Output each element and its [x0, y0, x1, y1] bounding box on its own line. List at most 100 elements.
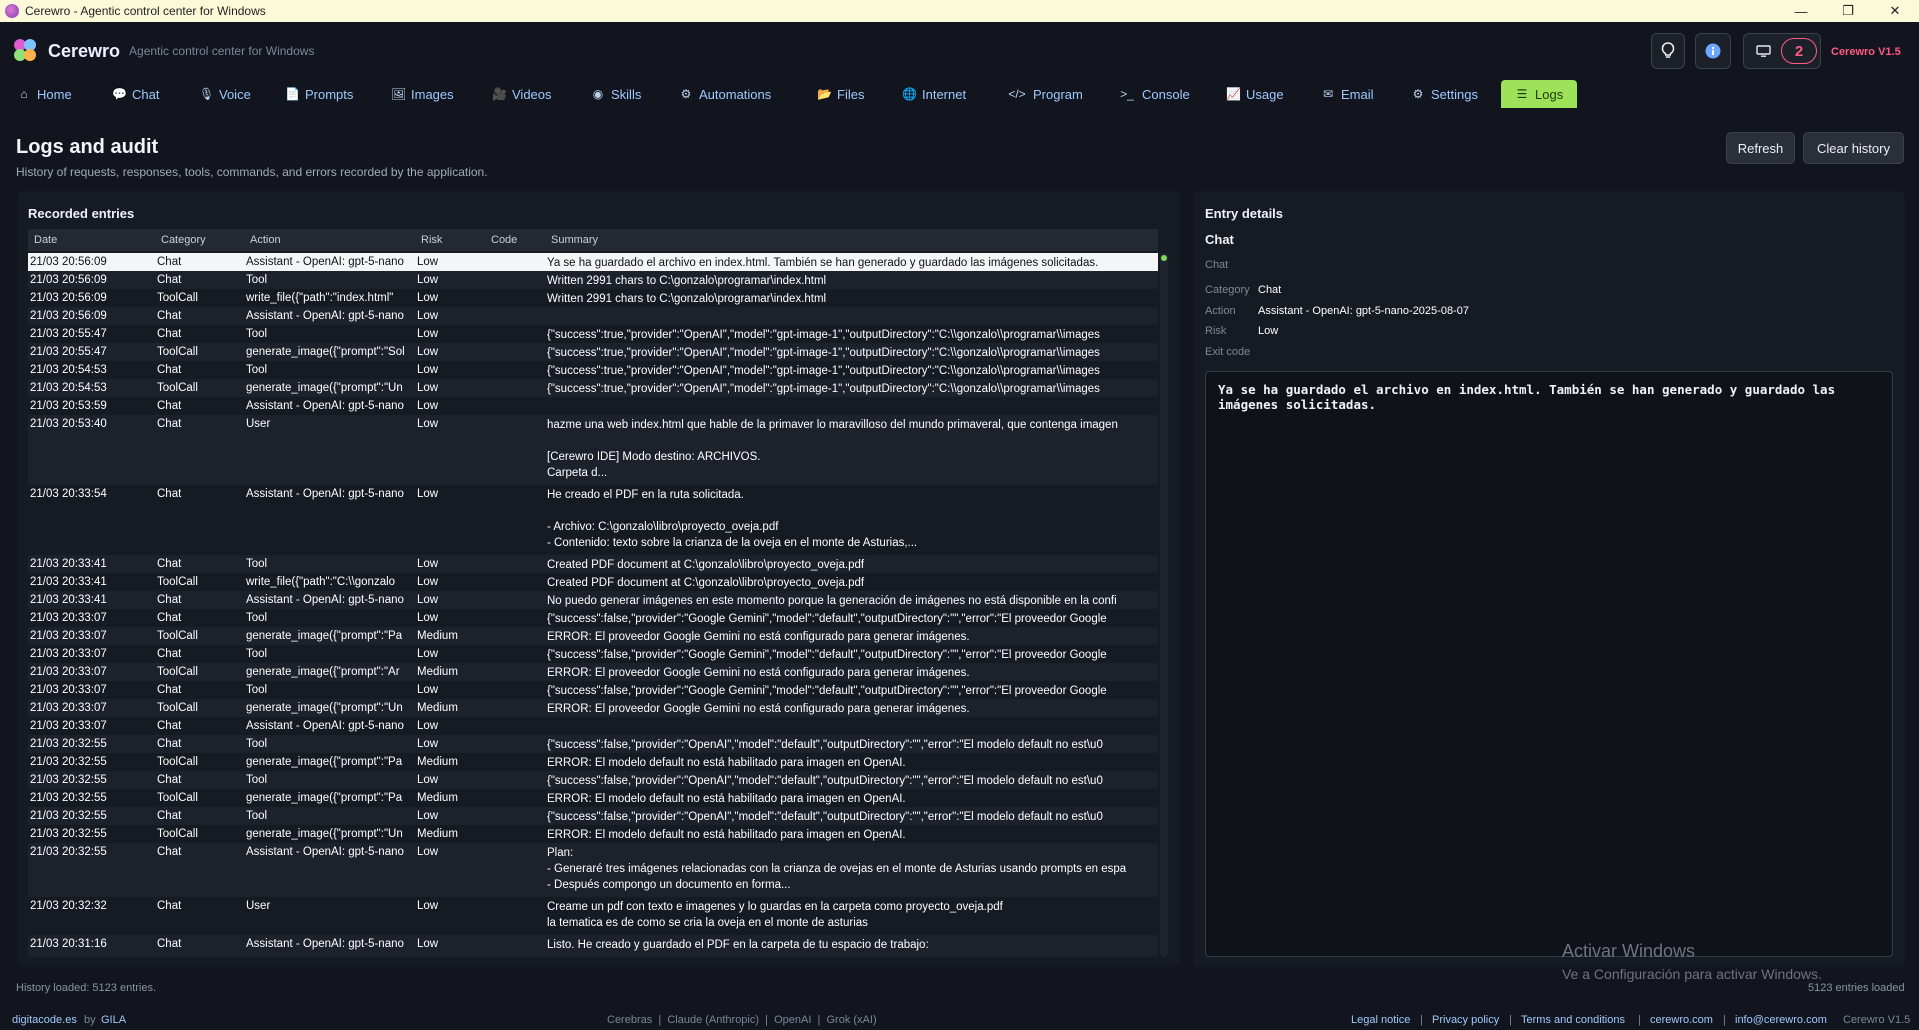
tab-internet[interactable]: 🌐Internet [902, 80, 966, 108]
domain-link[interactable]: cerewro.com [1650, 1014, 1713, 1026]
table-row[interactable]: 21/03 20:33:07ChatToolLow{"success":fals… [28, 681, 1158, 699]
table-row[interactable]: 21/03 20:33:07ChatToolLow{"success":fals… [28, 609, 1158, 627]
scrollbar-thumb[interactable] [1161, 255, 1167, 261]
tab-settings[interactable]: ⚙Settings [1411, 80, 1478, 108]
col-summary[interactable]: Summary [551, 234, 598, 246]
cell-action: write_file({"path":"C:\\gonzalo [246, 576, 404, 588]
tab-chat[interactable]: 💬Chat [112, 80, 159, 108]
col-risk[interactable]: Risk [421, 234, 442, 246]
table-row[interactable]: 21/03 20:32:55ToolCallgenerate_image({"p… [28, 825, 1158, 843]
cell-risk: Low [417, 328, 487, 340]
cell-action: Tool [246, 612, 404, 624]
footer-separator: | [1509, 1014, 1512, 1026]
entries-table-body[interactable]: 21/03 20:56:09ChatAssistant - OpenAI: gp… [28, 253, 1158, 957]
info-button[interactable] [1695, 33, 1731, 69]
cell-date: 21/03 20:33:54 [30, 488, 155, 500]
cell-category: ToolCall [157, 666, 242, 678]
tab-usage[interactable]: 📈Usage [1226, 80, 1284, 108]
category-value: Chat [1258, 284, 1281, 296]
table-row[interactable]: 21/03 20:33:07ToolCallgenerate_image({"p… [28, 663, 1158, 681]
col-code[interactable]: Code [491, 234, 517, 246]
maximize-button[interactable]: ❐ [1826, 0, 1870, 22]
table-row[interactable]: 21/03 20:32:32ChatUserLowCreame un pdf c… [28, 897, 1158, 935]
table-row[interactable]: 21/03 20:56:09ChatAssistant - OpenAI: gp… [28, 253, 1158, 271]
entries-scrollbar[interactable] [1160, 253, 1168, 957]
table-row[interactable]: 21/03 20:32:55ToolCallgenerate_image({"p… [28, 789, 1158, 807]
brain-logo-icon [14, 39, 40, 63]
cell-action: Tool [246, 328, 404, 340]
globe-icon: 🌐 [902, 87, 916, 101]
list-icon: ☰ [1515, 87, 1529, 101]
brain-icon: ◉ [591, 87, 605, 101]
table-row[interactable]: 21/03 20:32:55ChatToolLow{"success":fals… [28, 735, 1158, 753]
table-row[interactable]: 21/03 20:56:09ChatAssistant - OpenAI: gp… [28, 307, 1158, 325]
tab-email[interactable]: ✉Email [1321, 80, 1374, 108]
cell-date: 21/03 20:32:55 [30, 738, 155, 750]
table-row[interactable]: 21/03 20:32:55ChatAssistant - OpenAI: gp… [28, 843, 1158, 897]
footer-author-link[interactable]: GILA [101, 1014, 126, 1026]
table-row[interactable]: 21/03 20:55:47ChatToolLow{"success":true… [28, 325, 1158, 343]
clear-history-button[interactable]: Clear history [1803, 132, 1904, 164]
table-row[interactable]: 21/03 20:33:41ChatAssistant - OpenAI: gp… [28, 591, 1158, 609]
cell-date: 21/03 20:56:09 [30, 310, 155, 322]
tab-automations[interactable]: ⚙Automations [679, 80, 771, 108]
table-row[interactable]: 21/03 20:53:40ChatUserLowhazme una web i… [28, 415, 1158, 485]
details-content[interactable]: Ya se ha guardado el archivo en index.ht… [1205, 371, 1893, 957]
table-row[interactable]: 21/03 20:32:55ToolCallgenerate_image({"p… [28, 753, 1158, 771]
tab-logs[interactable]: ☰Logs [1501, 80, 1577, 108]
legal-notice-link[interactable]: Legal notice [1351, 1014, 1410, 1026]
table-row[interactable]: 21/03 20:31:16ChatAssistant - OpenAI: gp… [28, 935, 1158, 957]
table-row[interactable]: 21/03 20:33:07ChatToolLow{"success":fals… [28, 645, 1158, 663]
main-nav: ⌂Home 💬Chat 🎙Voice 📄Prompts 🖼Images 🎥Vid… [0, 80, 1919, 108]
close-button[interactable]: ✕ [1873, 0, 1917, 22]
tab-voice[interactable]: 🎙Voice [199, 80, 251, 108]
table-row[interactable]: 21/03 20:53:59ChatAssistant - OpenAI: gp… [28, 397, 1158, 415]
tab-prompts[interactable]: 📄Prompts [285, 80, 353, 108]
table-row[interactable]: 21/03 20:33:54ChatAssistant - OpenAI: gp… [28, 485, 1158, 555]
cell-summary: {"success":false,"provider":"OpenAI","mo… [547, 809, 1158, 825]
cell-action: Tool [246, 558, 404, 570]
folder-icon: 📂 [817, 87, 831, 101]
tab-console[interactable]: >_Console [1118, 80, 1190, 108]
tab-images[interactable]: 🖼Images [391, 80, 454, 108]
brand-name[interactable]: Cerewro [48, 41, 120, 62]
tab-videos[interactable]: 🎥Videos [492, 80, 552, 108]
table-row[interactable]: 21/03 20:33:07ChatAssistant - OpenAI: gp… [28, 717, 1158, 735]
refresh-button[interactable]: Refresh [1726, 132, 1795, 164]
table-row[interactable]: 21/03 20:33:41ToolCallwrite_file({"path"… [28, 573, 1158, 591]
col-date[interactable]: Date [34, 234, 57, 246]
code-icon: </> [1007, 87, 1027, 101]
table-row[interactable]: 21/03 20:32:55ChatToolLow{"success":fals… [28, 771, 1158, 789]
tab-home[interactable]: ⌂Home [17, 80, 72, 108]
cell-date: 21/03 20:33:07 [30, 612, 155, 624]
table-row[interactable]: 21/03 20:32:55ChatToolLow{"success":fals… [28, 807, 1158, 825]
privacy-policy-link[interactable]: Privacy policy [1432, 1014, 1499, 1026]
tab-label: Videos [512, 87, 552, 102]
cell-date: 21/03 20:55:47 [30, 328, 155, 340]
table-row[interactable]: 21/03 20:33:07ToolCallgenerate_image({"p… [28, 699, 1158, 717]
tab-program[interactable]: </>Program [1007, 80, 1083, 108]
sessions-button[interactable]: 2 [1743, 33, 1821, 69]
tab-skills[interactable]: ◉Skills [591, 80, 641, 108]
cell-summary: Creame un pdf con texto e imagenes y lo … [547, 899, 1158, 931]
col-category[interactable]: Category [161, 234, 206, 246]
table-row[interactable]: 21/03 20:33:41ChatToolLowCreated PDF doc… [28, 555, 1158, 573]
cell-action: Tool [246, 738, 404, 750]
cell-summary: {"success":true,"provider":"OpenAI","mod… [547, 363, 1158, 379]
footer-site-link[interactable]: digitacode.es [12, 1014, 77, 1026]
email-link[interactable]: info@cerewro.com [1735, 1014, 1827, 1026]
table-row[interactable]: 21/03 20:55:47ToolCallgenerate_image({"p… [28, 343, 1158, 361]
tab-files[interactable]: 📂Files [817, 80, 864, 108]
home-icon: ⌂ [17, 87, 31, 101]
table-row[interactable]: 21/03 20:54:53ChatToolLow{"success":true… [28, 361, 1158, 379]
table-row[interactable]: 21/03 20:56:09ToolCallwrite_file({"path"… [28, 289, 1158, 307]
minimize-button[interactable]: — [1779, 0, 1823, 22]
terms-link[interactable]: Terms and conditions [1521, 1014, 1625, 1026]
table-row[interactable]: 21/03 20:33:07ToolCallgenerate_image({"p… [28, 627, 1158, 645]
table-row[interactable]: 21/03 20:56:09ChatToolLowWritten 2991 ch… [28, 271, 1158, 289]
cell-category: Chat [157, 558, 242, 570]
cell-summary: {"success":true,"provider":"OpenAI","mod… [547, 345, 1158, 361]
col-action[interactable]: Action [250, 234, 281, 246]
tips-button[interactable] [1651, 33, 1685, 69]
table-row[interactable]: 21/03 20:54:53ToolCallgenerate_image({"p… [28, 379, 1158, 397]
